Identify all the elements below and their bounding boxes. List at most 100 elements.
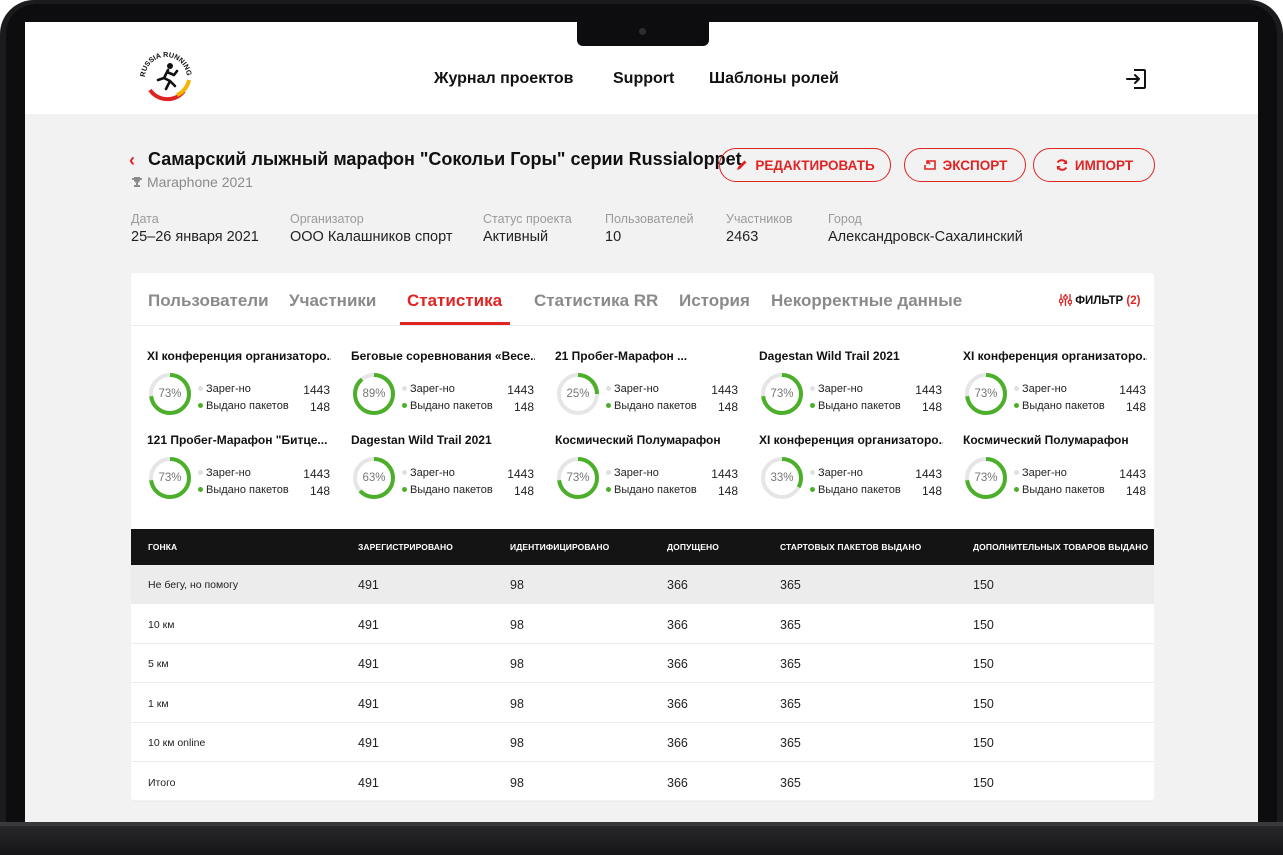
tab-users[interactable]: Пользователи — [148, 291, 269, 311]
meta-date: Дата 25–26 января 2021 — [131, 212, 259, 245]
legend-dot-issued — [402, 487, 407, 492]
import-button[interactable]: ИМПОРТ — [1033, 148, 1155, 182]
meta-organizer-value: ООО Калашников спорт — [290, 229, 453, 245]
table-cell: 365 — [780, 775, 801, 790]
nav-projects-journal[interactable]: Журнал проектов — [434, 70, 573, 88]
legend-dot-registered — [198, 470, 203, 475]
stat-registered-value: 1443 — [507, 383, 534, 397]
stat-registered-row: Зарег-но 1443 — [606, 467, 738, 481]
stat-registered-value: 1443 — [711, 383, 738, 397]
stat-title: Dagestan Wild Trail 2021 — [351, 433, 492, 447]
filter-button[interactable]: ФИЛЬТР (2) — [1058, 294, 1141, 307]
stat-issued-row: Выдано пакетов 148 — [1014, 484, 1146, 498]
table-cell: 150 — [973, 578, 994, 592]
stat-title: XI конференция организаторо... — [963, 349, 1147, 363]
laptop-base — [0, 822, 1283, 855]
column-header-registered[interactable]: ЗАРЕГИСТРИРОВАНО — [358, 542, 453, 552]
meta-organizer: Организатор ООО Калашников спорт — [290, 212, 453, 245]
stat-registered-row: Зарег-но 1443 — [198, 383, 330, 397]
legend-dot-registered — [1014, 386, 1019, 391]
stat-percent: 73% — [158, 472, 182, 484]
nav-support[interactable]: Support — [613, 70, 674, 88]
table-row[interactable]: Не бегу, но помогу 491 98 366 365 150 — [131, 565, 1154, 604]
stat-percent: 89% — [362, 388, 386, 400]
stat-registered-value: 1443 — [1119, 467, 1146, 481]
screen: RUSSIA RUNNING Журнал проектов Support Ш… — [25, 22, 1258, 822]
tab-statistics[interactable]: Статистика — [407, 291, 502, 311]
legend-dot-registered — [198, 386, 203, 391]
export-button[interactable]: ЭКСПОРТ — [904, 148, 1026, 182]
table-cell: 366 — [667, 617, 688, 632]
back-chevron-icon[interactable]: ‹ — [129, 150, 135, 171]
meta-status-label: Статус проекта — [483, 212, 572, 226]
stat-registered-value: 1443 — [1119, 383, 1146, 397]
race-name-cell: 5 км — [148, 658, 169, 670]
stat-title: XI конференция организаторо... — [147, 349, 331, 363]
tab-invalid-data[interactable]: Некорректные данные — [771, 291, 962, 311]
russia-running-logo[interactable]: RUSSIA RUNNING — [137, 47, 195, 105]
table-row[interactable]: 5 км 491 98 366 365 150 — [131, 644, 1154, 683]
stat-registered-row: Зарег-но 1443 — [402, 383, 534, 397]
stat-issued-value: 148 — [717, 484, 738, 498]
table-row[interactable]: 1 км 491 98 366 365 150 — [131, 684, 1154, 723]
column-header-race[interactable]: ГОНКА — [148, 542, 177, 552]
tab-history[interactable]: История — [679, 291, 750, 311]
table-row[interactable]: Итого 491 98 366 365 150 — [131, 763, 1154, 802]
meta-organizer-label: Организатор — [290, 212, 364, 226]
stat-registered-value: 1443 — [711, 467, 738, 481]
stat-issued-value: 148 — [309, 400, 330, 414]
import-button-label: ИМПОРТ — [1074, 157, 1134, 173]
camera-icon — [639, 28, 646, 35]
stat-percent: 73% — [974, 388, 998, 400]
nav-role-templates[interactable]: Шаблоны ролей — [709, 70, 839, 88]
stat-issued-label: Выдано пакетов — [818, 400, 901, 412]
legend-dot-registered — [1014, 470, 1019, 475]
table-cell: 98 — [510, 736, 524, 750]
stat-issued-value: 148 — [513, 400, 534, 414]
column-header-extra-goods[interactable]: ДОПОЛНИТЕЛЬНЫХ ТОВАРОВ ВЫДАНО — [973, 542, 1148, 552]
meta-status: Статус проекта Активный — [483, 212, 572, 245]
stat-card: Dagestan Wild Trail 2021 63% Зарег-но 1443 В… — [351, 433, 535, 513]
legend-dot-registered — [810, 386, 815, 391]
filter-count: (2) — [1126, 295, 1141, 307]
column-header-admitted[interactable]: ДОПУЩЕНО — [667, 542, 719, 552]
table-cell: 365 — [780, 617, 801, 632]
stat-issued-value: 148 — [717, 400, 738, 414]
stat-title: 121 Пробег-Марафон "Битце... — [147, 433, 328, 447]
edit-button[interactable]: РЕДАКТИРОВАТЬ — [719, 148, 891, 182]
table-row[interactable]: 10 км 491 98 366 365 150 — [131, 605, 1154, 644]
stat-issued-value: 148 — [309, 484, 330, 498]
column-header-start-packs[interactable]: СТАРТОВЫХ ПАКЕТОВ ВЫДАНО — [780, 542, 921, 552]
race-name-cell: Не бегу, но помогу — [148, 579, 239, 591]
stat-issued-value: 148 — [513, 484, 534, 498]
tab-statistics-rr[interactable]: Статистика RR — [534, 291, 658, 311]
stat-percent: 73% — [770, 388, 794, 400]
pencil-icon — [737, 160, 747, 170]
legend-dot-issued — [606, 487, 611, 492]
stat-card: 121 Пробег-Марафон "Битце... 73% Зарег-но 1… — [147, 433, 331, 513]
legend-dot-registered — [606, 386, 611, 391]
meta-users-label: Пользователей — [605, 212, 694, 226]
tab-bar: Пользователи Участники Статистика Статис… — [131, 273, 1154, 326]
table-row[interactable]: 10 км online 491 98 366 365 150 — [131, 723, 1154, 762]
column-header-identified[interactable]: ИДЕНТИФИЦИРОВАНО — [510, 542, 609, 552]
stat-issued-value: 148 — [921, 400, 942, 414]
stat-issued-row: Выдано пакетов 148 — [606, 400, 738, 414]
meta-city-value: Александровск-Сахалинский — [828, 229, 1023, 245]
stat-card: 21 Пробег-Марафон ... 25% Зарег-но 1443 Выда… — [555, 349, 739, 429]
table-cell: 491 — [358, 657, 379, 671]
project-subtitle: Maraphone 2021 — [131, 174, 253, 190]
legend-dot-registered — [402, 470, 407, 475]
logout-icon[interactable] — [1125, 68, 1147, 90]
stat-issued-label: Выдано пакетов — [1022, 400, 1105, 412]
race-name-cell: Итого — [148, 776, 176, 789]
tab-participants[interactable]: Участники — [289, 291, 376, 311]
stat-registered-label: Зарег-но — [614, 383, 659, 395]
table-cell: 366 — [667, 736, 688, 750]
stat-issued-row: Выдано пакетов 148 — [198, 484, 330, 498]
table-cell: 365 — [780, 736, 801, 750]
table-header: ГОНКА ЗАРЕГИСТРИРОВАНО ИДЕНТИФИЦИРОВАНО … — [131, 529, 1154, 565]
stat-registered-row: Зарег-но 1443 — [606, 383, 738, 397]
stat-issued-label: Выдано пакетов — [410, 484, 493, 496]
export-icon — [923, 160, 936, 170]
